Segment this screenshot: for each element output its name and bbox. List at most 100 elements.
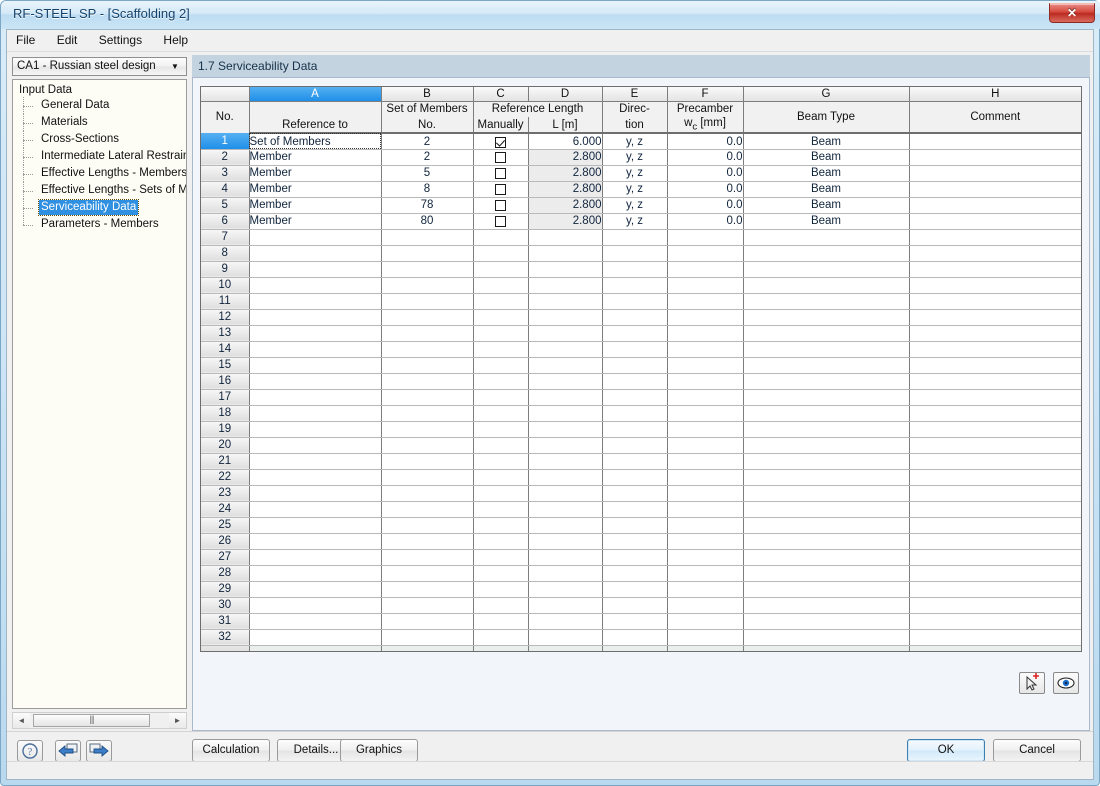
row-number[interactable]: 7: [201, 229, 249, 245]
row-number[interactable]: 28: [201, 565, 249, 581]
cell-reference-length[interactable]: [528, 309, 602, 325]
cell-beam-type[interactable]: [743, 629, 909, 645]
row-number[interactable]: 14: [201, 341, 249, 357]
checkbox-unchecked-icon[interactable]: [495, 216, 506, 227]
cell-precamber[interactable]: [667, 405, 743, 421]
column-header-g[interactable]: G: [743, 87, 909, 101]
cell-manually-checkbox[interactable]: [473, 485, 528, 501]
cell-manually-checkbox[interactable]: [473, 325, 528, 341]
cell-beam-type[interactable]: [743, 229, 909, 245]
help-question-icon[interactable]: ?: [17, 740, 43, 762]
cell-reference-length[interactable]: [528, 357, 602, 373]
cell-direction[interactable]: [602, 453, 667, 469]
cell-beam-type[interactable]: [743, 549, 909, 565]
cell-comment[interactable]: [909, 597, 1081, 613]
cell-reference-to[interactable]: [249, 565, 381, 581]
cell-set-of-members-no[interactable]: [381, 261, 473, 277]
cell-precamber[interactable]: [667, 485, 743, 501]
row-number[interactable]: 25: [201, 517, 249, 533]
scrollbar-thumb[interactable]: [33, 714, 150, 727]
tree-root-input-data[interactable]: Input Data: [13, 83, 186, 97]
table-row[interactable]: 3Member52.800y, z0.0Beam: [201, 165, 1081, 181]
cell-beam-type[interactable]: [743, 325, 909, 341]
row-number[interactable]: 13: [201, 325, 249, 341]
cell-precamber[interactable]: [667, 629, 743, 645]
row-number[interactable]: 3: [201, 165, 249, 181]
cell-reference-length[interactable]: [528, 613, 602, 629]
checkbox-unchecked-icon[interactable]: [495, 200, 506, 211]
table-row[interactable]: 27: [201, 549, 1081, 565]
table-row[interactable]: 21: [201, 453, 1081, 469]
cell-comment[interactable]: [909, 149, 1081, 165]
cell-beam-type[interactable]: [743, 293, 909, 309]
cell-reference-length[interactable]: [528, 597, 602, 613]
column-header-f[interactable]: F: [667, 87, 743, 101]
cell-reference-to[interactable]: [249, 517, 381, 533]
cell-set-of-members-no[interactable]: [381, 341, 473, 357]
grid-corner[interactable]: [201, 87, 249, 101]
row-number[interactable]: 4: [201, 181, 249, 197]
pick-from-model-icon[interactable]: [1019, 672, 1045, 694]
next-dialog-icon[interactable]: [86, 740, 112, 762]
cell-direction[interactable]: [602, 421, 667, 437]
cell-precamber[interactable]: 0.0: [667, 197, 743, 213]
cell-direction[interactable]: [602, 501, 667, 517]
cell-direction[interactable]: [602, 389, 667, 405]
cell-beam-type[interactable]: [743, 421, 909, 437]
cell-reference-length[interactable]: [528, 341, 602, 357]
menu-item-help[interactable]: Help: [154, 30, 197, 51]
scroll-left-arrow-icon[interactable]: ◄: [13, 713, 30, 728]
cell-set-of-members-no[interactable]: [381, 517, 473, 533]
cell-reference-length[interactable]: [528, 469, 602, 485]
cell-reference-length[interactable]: [528, 453, 602, 469]
checkbox-checked-icon[interactable]: [495, 137, 506, 148]
cell-set-of-members-no[interactable]: [381, 421, 473, 437]
cell-reference-to[interactable]: [249, 405, 381, 421]
row-number[interactable]: 15: [201, 357, 249, 373]
menu-item-edit[interactable]: Edit: [48, 30, 87, 51]
cell-direction[interactable]: [602, 597, 667, 613]
calculation-button[interactable]: Calculation: [192, 739, 270, 762]
table-row[interactable]: 6Member802.800y, z0.0Beam: [201, 213, 1081, 229]
cell-direction[interactable]: y, z: [602, 181, 667, 197]
cell-precamber[interactable]: [667, 421, 743, 437]
table-row[interactable]: 25: [201, 517, 1081, 533]
cell-comment[interactable]: [909, 245, 1081, 261]
cell-manually-checkbox[interactable]: [473, 165, 528, 181]
cell-manually-checkbox[interactable]: [473, 133, 528, 149]
row-number[interactable]: 5: [201, 197, 249, 213]
cell-precamber[interactable]: [667, 229, 743, 245]
cell-set-of-members-no[interactable]: [381, 245, 473, 261]
cell-manually-checkbox[interactable]: [473, 597, 528, 613]
cell-manually-checkbox[interactable]: [473, 437, 528, 453]
cell-precamber[interactable]: 0.0: [667, 181, 743, 197]
cell-beam-type[interactable]: [743, 405, 909, 421]
cell-manually-checkbox[interactable]: [473, 421, 528, 437]
cell-manually-checkbox[interactable]: [473, 517, 528, 533]
cell-manually-checkbox[interactable]: [473, 549, 528, 565]
table-row[interactable]: 1Set of Members26.000y, z0.0Beam: [201, 133, 1081, 149]
cell-reference-to[interactable]: Set of Members: [249, 133, 381, 149]
table-row[interactable]: 2Member22.800y, z0.0Beam: [201, 149, 1081, 165]
cell-manually-checkbox[interactable]: [473, 181, 528, 197]
row-number[interactable]: 1: [201, 133, 249, 149]
cell-beam-type[interactable]: [743, 469, 909, 485]
cell-comment[interactable]: [909, 405, 1081, 421]
cell-comment[interactable]: [909, 565, 1081, 581]
cell-set-of-members-no[interactable]: [381, 229, 473, 245]
cell-direction[interactable]: [602, 485, 667, 501]
cell-reference-to[interactable]: [249, 501, 381, 517]
cell-beam-type[interactable]: [743, 309, 909, 325]
cell-reference-to[interactable]: [249, 229, 381, 245]
row-number[interactable]: 11: [201, 293, 249, 309]
cell-direction[interactable]: [602, 517, 667, 533]
cell-direction[interactable]: [602, 245, 667, 261]
cell-reference-length[interactable]: [528, 261, 602, 277]
cell-reference-length[interactable]: [528, 245, 602, 261]
ok-button[interactable]: OK: [907, 739, 985, 762]
cell-comment[interactable]: [909, 501, 1081, 517]
cell-reference-to[interactable]: [249, 277, 381, 293]
cell-comment[interactable]: [909, 485, 1081, 501]
table-row[interactable]: 28: [201, 565, 1081, 581]
cell-set-of-members-no[interactable]: [381, 533, 473, 549]
